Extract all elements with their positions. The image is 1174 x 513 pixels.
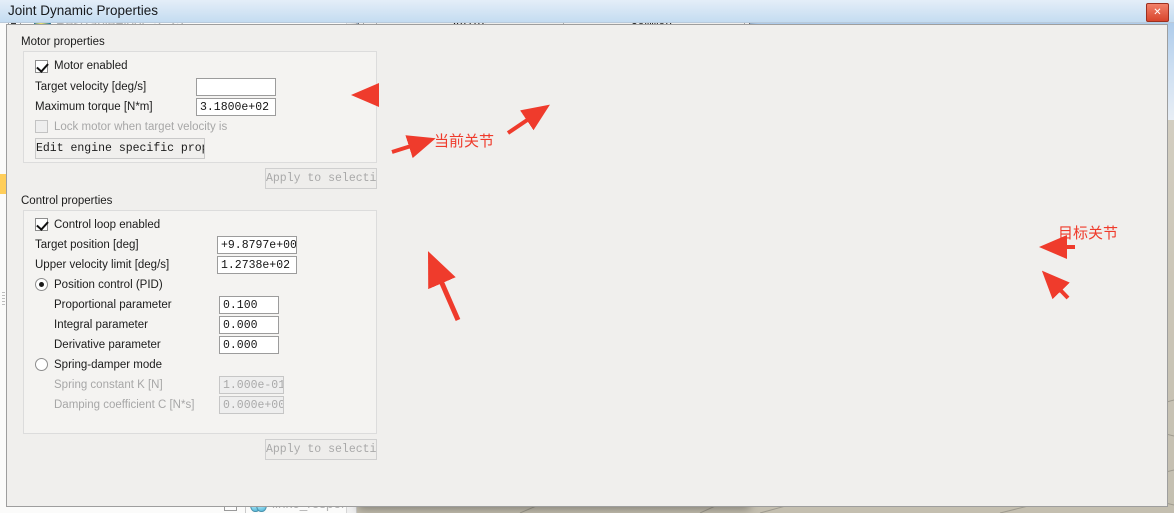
proportional-parameter-field[interactable]: 0.100 — [219, 296, 279, 314]
dynamic-dialog-titlebar[interactable] — [0, 0, 1174, 23]
integral-parameter-field[interactable]: 0.000 — [219, 316, 279, 334]
upper-velocity-limit-label: Upper velocity limit [deg/s] — [35, 259, 170, 271]
spring-damper-label: Spring-damper mode — [54, 359, 163, 371]
dynamic-dialog-body: Motor properties Motor enabled Target ve… — [6, 24, 1168, 507]
control-loop-enabled-label: Control loop enabled — [54, 219, 161, 231]
target-velocity-field[interactable] — [196, 78, 276, 96]
lock-motor-label: Lock motor when target velocity is — [54, 121, 228, 133]
motor-enabled-label: Motor enabled — [54, 60, 128, 72]
joint-dynamic-properties-dialog[interactable]: Joint Dynamic Properties ✕ Motor propert… — [0, 0, 1174, 507]
upper-velocity-limit-field[interactable]: 1.2738e+02 — [217, 256, 297, 274]
spring-constant-field[interactable]: 1.000e-01 — [219, 376, 284, 394]
control-properties-group-title: Control properties — [21, 195, 113, 207]
integral-parameter-label: Integral parameter — [54, 319, 148, 331]
spring-damper-radio[interactable] — [35, 358, 48, 371]
annotation-target-joint-text: 目标关节 — [1058, 224, 1119, 242]
close-icon[interactable]: ✕ — [1146, 3, 1169, 22]
motor-apply-button[interactable]: Apply to selection — [265, 168, 377, 189]
maximum-torque-label: Maximum torque [N*m] — [35, 101, 153, 113]
derivative-parameter-field[interactable]: 0.000 — [219, 336, 279, 354]
target-position-field[interactable]: +9.8797e+00 — [217, 236, 297, 254]
damping-coefficient-field[interactable]: 0.000e+00 — [219, 396, 284, 414]
target-position-label: Target position [deg] — [35, 239, 139, 251]
motor-enabled-checkbox[interactable] — [35, 60, 48, 73]
edit-engine-specific-properties-button[interactable]: Edit engine specific properties — [35, 138, 205, 159]
annotation-current-joint-text: 当前关节 — [434, 132, 495, 150]
control-loop-enabled-checkbox[interactable] — [35, 218, 48, 231]
splitter-handle[interactable] — [2, 292, 5, 306]
damping-coefficient-label: Damping coefficient C [N*s] — [54, 399, 195, 411]
target-velocity-label: Target velocity [deg/s] — [35, 81, 147, 93]
derivative-parameter-label: Derivative parameter — [54, 339, 161, 351]
spring-constant-label: Spring constant K [N] — [54, 379, 163, 391]
motor-properties-group-title: Motor properties — [21, 36, 105, 48]
maximum-torque-field[interactable]: 3.1800e+02 — [196, 98, 276, 116]
proportional-parameter-label: Proportional parameter — [54, 299, 172, 311]
position-control-radio[interactable] — [35, 278, 48, 291]
position-control-label: Position control (PID) — [54, 279, 163, 291]
lock-motor-checkbox[interactable] — [35, 120, 48, 133]
dynamic-dialog-title: Joint Dynamic Properties — [8, 3, 159, 18]
control-apply-button[interactable]: Apply to selection — [265, 439, 377, 460]
